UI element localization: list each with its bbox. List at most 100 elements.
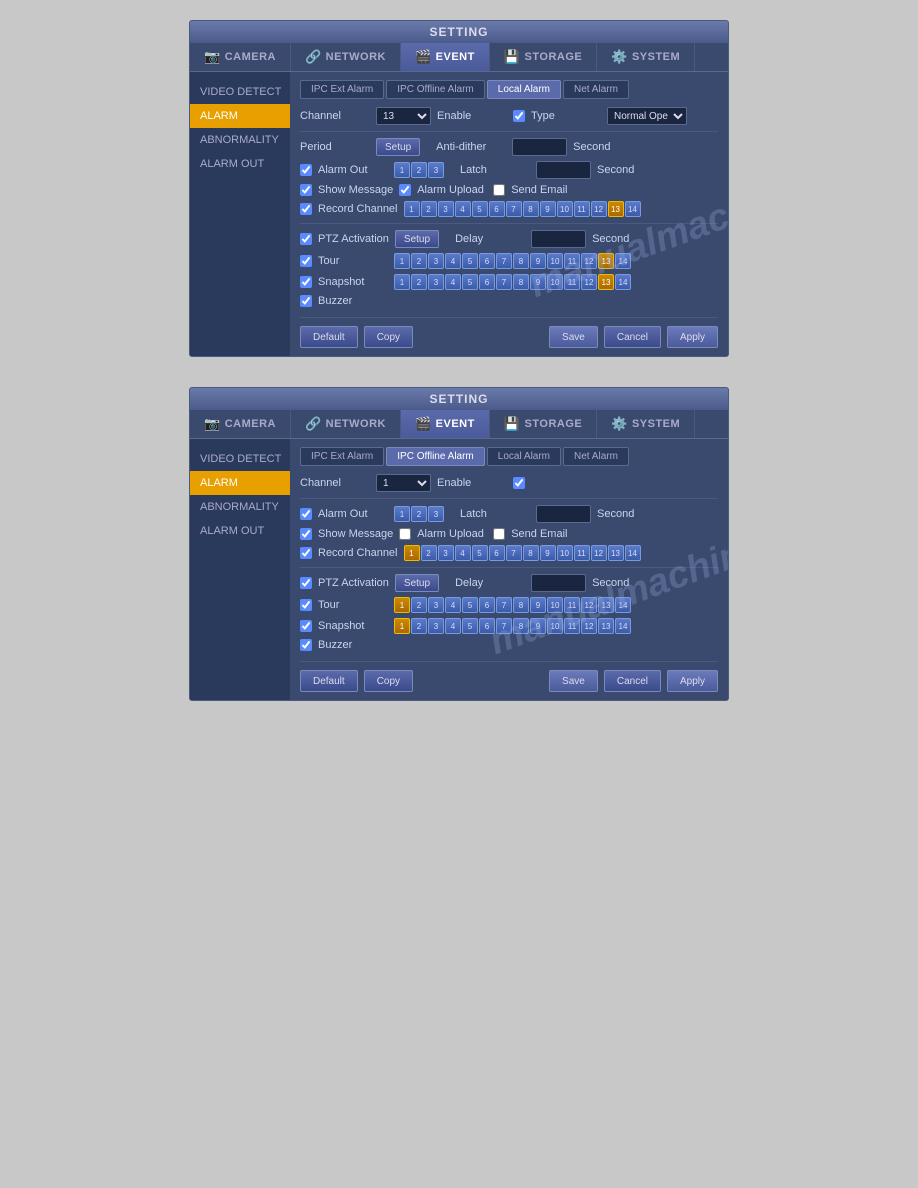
snap2-ch8[interactable]: 8 xyxy=(513,618,529,634)
subtab-localalarm-1[interactable]: Local Alarm xyxy=(487,80,561,99)
snap-ch13[interactable]: 13 xyxy=(598,274,614,290)
tab-camera-1[interactable]: 📷 CAMERA xyxy=(190,43,291,71)
tour2-ch12[interactable]: 12 xyxy=(581,597,597,613)
rec-ch6[interactable]: 6 xyxy=(489,201,505,217)
rec2-ch4[interactable]: 4 xyxy=(455,545,471,561)
tab-event-1[interactable]: 🎬 EVENT xyxy=(401,43,490,71)
tour-ch11[interactable]: 11 xyxy=(564,253,580,269)
snap2-ch1[interactable]: 1 xyxy=(394,618,410,634)
rec-ch2[interactable]: 2 xyxy=(421,201,437,217)
sidebar-videodetect-2[interactable]: VIDEO DETECT xyxy=(190,447,290,471)
tour2-ch9[interactable]: 9 xyxy=(530,597,546,613)
rec2-ch1[interactable]: 1 xyxy=(404,545,420,561)
rec-ch1[interactable]: 1 xyxy=(404,201,420,217)
alarmout-ch2[interactable]: 2 xyxy=(411,162,427,178)
save-button-1[interactable]: Save xyxy=(549,326,598,348)
rec2-ch3[interactable]: 3 xyxy=(438,545,454,561)
tour2-ch1[interactable]: 1 xyxy=(394,597,410,613)
snap2-ch14[interactable]: 14 xyxy=(615,618,631,634)
subtab-ipcoffline-2[interactable]: IPC Offline Alarm xyxy=(386,447,485,466)
tour-ch13[interactable]: 13 xyxy=(598,253,614,269)
snap2-ch10[interactable]: 10 xyxy=(547,618,563,634)
sendemail-checkbox-1[interactable] xyxy=(493,184,505,196)
snap-ch7[interactable]: 7 xyxy=(496,274,512,290)
rec2-ch7[interactable]: 7 xyxy=(506,545,522,561)
snap2-ch9[interactable]: 9 xyxy=(530,618,546,634)
tour-ch3[interactable]: 3 xyxy=(428,253,444,269)
tab-camera-2[interactable]: 📷 CAMERA xyxy=(190,410,291,438)
snap-ch2[interactable]: 2 xyxy=(411,274,427,290)
snap-ch3[interactable]: 3 xyxy=(428,274,444,290)
subtab-netalarm-1[interactable]: Net Alarm xyxy=(563,80,629,99)
sidebar-alarmout-1[interactable]: ALARM OUT xyxy=(190,152,290,176)
rec-ch9[interactable]: 9 xyxy=(540,201,556,217)
snap2-ch12[interactable]: 12 xyxy=(581,618,597,634)
rec-ch11[interactable]: 11 xyxy=(574,201,590,217)
sendemail-checkbox-2[interactable] xyxy=(493,528,505,540)
buzzer-checkbox-2[interactable] xyxy=(300,639,312,651)
snap2-ch5[interactable]: 5 xyxy=(462,618,478,634)
tab-network-2[interactable]: 🔗 NETWORK xyxy=(291,410,401,438)
ptz-setup-btn-2[interactable]: Setup xyxy=(395,574,439,592)
tour-checkbox-2[interactable] xyxy=(300,599,312,611)
tour-ch5[interactable]: 5 xyxy=(462,253,478,269)
subtab-ipcext-1[interactable]: IPC Ext Alarm xyxy=(300,80,384,99)
snap-ch10[interactable]: 10 xyxy=(547,274,563,290)
tour-checkbox-1[interactable] xyxy=(300,255,312,267)
snapshot-checkbox-2[interactable] xyxy=(300,620,312,632)
copy-button-1[interactable]: Copy xyxy=(364,326,413,348)
snap2-ch7[interactable]: 7 xyxy=(496,618,512,634)
type-select-1[interactable]: Normal Open xyxy=(607,107,687,125)
snap-ch1[interactable]: 1 xyxy=(394,274,410,290)
tour-ch1[interactable]: 1 xyxy=(394,253,410,269)
rec-ch7[interactable]: 7 xyxy=(506,201,522,217)
snap2-ch2[interactable]: 2 xyxy=(411,618,427,634)
ptz-delay-input-1[interactable]: 10 xyxy=(531,230,586,248)
rec2-ch12[interactable]: 12 xyxy=(591,545,607,561)
latch-input-2[interactable]: 10 xyxy=(536,505,591,523)
recordchannel-checkbox-2[interactable] xyxy=(300,547,312,559)
tour2-ch4[interactable]: 4 xyxy=(445,597,461,613)
tab-storage-2[interactable]: 💾 STORAGE xyxy=(490,410,597,438)
sidebar-abnormality-2[interactable]: ABNORMALITY xyxy=(190,495,290,519)
rec2-ch9[interactable]: 9 xyxy=(540,545,556,561)
tour-ch4[interactable]: 4 xyxy=(445,253,461,269)
tour2-ch7[interactable]: 7 xyxy=(496,597,512,613)
rec2-ch2[interactable]: 2 xyxy=(421,545,437,561)
rec-ch14[interactable]: 14 xyxy=(625,201,641,217)
tab-network-1[interactable]: 🔗 NETWORK xyxy=(291,43,401,71)
latch-input-1[interactable]: 10 xyxy=(536,161,591,179)
sidebar-alarmout-2[interactable]: ALARM OUT xyxy=(190,519,290,543)
rec-ch8[interactable]: 8 xyxy=(523,201,539,217)
rec2-ch5[interactable]: 5 xyxy=(472,545,488,561)
tour-ch10[interactable]: 10 xyxy=(547,253,563,269)
channel-select-2[interactable]: 1 xyxy=(376,474,431,492)
apply-button-2[interactable]: Apply xyxy=(667,670,718,692)
enable-checkbox-2[interactable] xyxy=(513,477,525,489)
subtab-ipcoffline-1[interactable]: IPC Offline Alarm xyxy=(386,80,485,99)
snap-ch12[interactable]: 12 xyxy=(581,274,597,290)
tour-ch7[interactable]: 7 xyxy=(496,253,512,269)
snap-ch5[interactable]: 5 xyxy=(462,274,478,290)
rec-ch5[interactable]: 5 xyxy=(472,201,488,217)
alarmupload-checkbox-2[interactable] xyxy=(399,528,411,540)
tour2-ch6[interactable]: 6 xyxy=(479,597,495,613)
snap2-ch11[interactable]: 11 xyxy=(564,618,580,634)
rec2-ch10[interactable]: 10 xyxy=(557,545,573,561)
snapshot-checkbox-1[interactable] xyxy=(300,276,312,288)
tab-storage-1[interactable]: 💾 STORAGE xyxy=(490,43,597,71)
snap-ch9[interactable]: 9 xyxy=(530,274,546,290)
subtab-netalarm-2[interactable]: Net Alarm xyxy=(563,447,629,466)
ptz-delay-input-2[interactable]: 10 xyxy=(531,574,586,592)
sidebar-abnormality-1[interactable]: ABNORMALITY xyxy=(190,128,290,152)
snap2-ch6[interactable]: 6 xyxy=(479,618,495,634)
tour-ch2[interactable]: 2 xyxy=(411,253,427,269)
snap-ch14[interactable]: 14 xyxy=(615,274,631,290)
tour-ch6[interactable]: 6 xyxy=(479,253,495,269)
default-button-2[interactable]: Default xyxy=(300,670,358,692)
tour2-ch13[interactable]: 13 xyxy=(598,597,614,613)
tour2-ch5[interactable]: 5 xyxy=(462,597,478,613)
snap-ch8[interactable]: 8 xyxy=(513,274,529,290)
tab-system-1[interactable]: ⚙️ SYSTEM xyxy=(597,43,695,71)
antidither-input-1[interactable]: 5 xyxy=(512,138,567,156)
